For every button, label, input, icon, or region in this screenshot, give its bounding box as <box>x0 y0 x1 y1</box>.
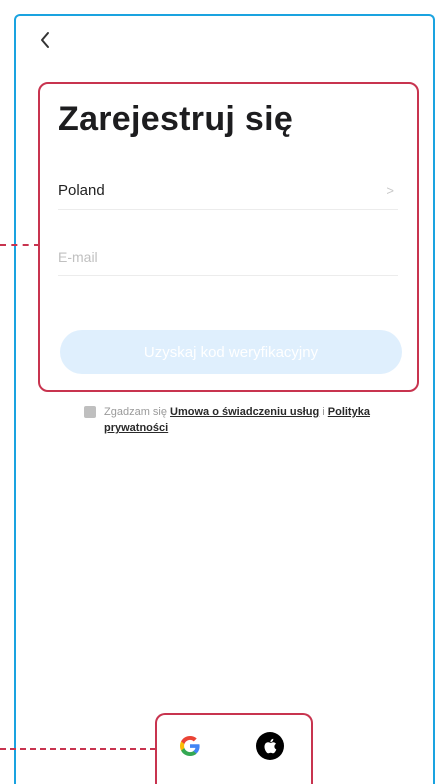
email-field[interactable] <box>58 248 398 265</box>
callout-line-form <box>0 244 40 246</box>
agreement-prefix: Zgadzam się <box>104 406 167 418</box>
page-title: Zarejestruj się <box>58 100 294 138</box>
get-verification-code-button[interactable]: Uzyskaj kod weryfikacyjny <box>60 330 402 374</box>
agreement-separator: i <box>322 406 325 418</box>
apple-icon <box>256 732 284 760</box>
callout-line-social <box>0 748 156 750</box>
agreement-checkbox[interactable] <box>84 406 96 418</box>
country-selector[interactable]: Poland > <box>58 172 398 210</box>
google-login-button[interactable] <box>175 731 205 761</box>
google-icon <box>180 736 200 756</box>
agreement-row: Zgadzam się Umowa o świadczeniu usług i … <box>84 404 404 436</box>
apple-login-button[interactable] <box>255 731 285 761</box>
agreement-text: Zgadzam się Umowa o świadczeniu usług i … <box>104 404 404 436</box>
chevron-right-icon: > <box>386 183 394 198</box>
back-button[interactable] <box>35 28 55 52</box>
service-agreement-link[interactable]: Umowa o świadczeniu usług <box>170 406 319 418</box>
country-value: Poland <box>58 182 105 199</box>
chevron-left-icon <box>41 32 49 48</box>
email-field-row <box>58 238 398 276</box>
